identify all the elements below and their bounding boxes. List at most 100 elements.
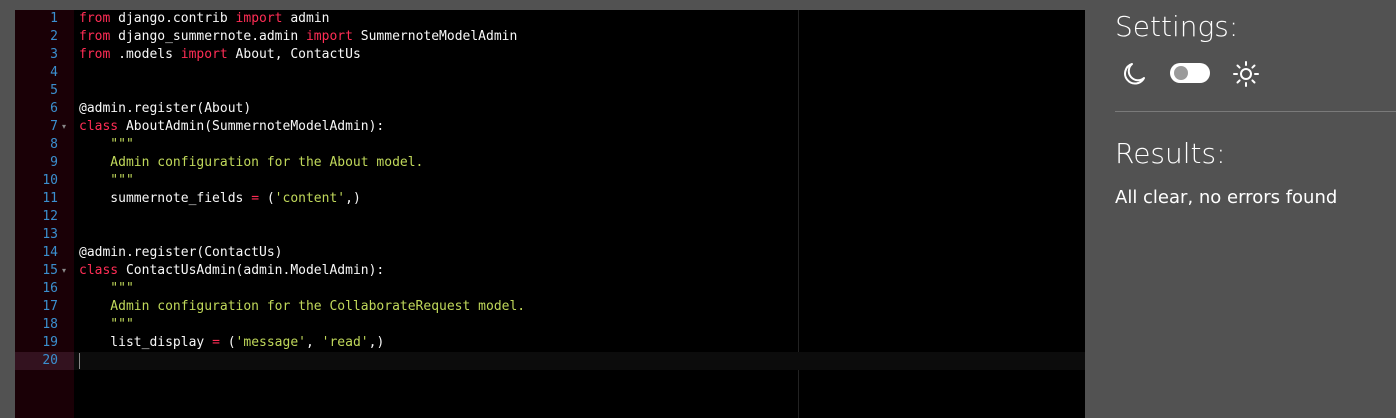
sun-icon[interactable] (1232, 60, 1260, 88)
code-token: , (306, 335, 322, 350)
code-token: class (79, 119, 119, 134)
line-number: 16 (42, 281, 58, 296)
code-line[interactable] (74, 226, 1085, 244)
code-token: """ (79, 281, 134, 296)
code-line[interactable]: @admin.register(ContactUs) (74, 244, 1085, 262)
code-token: import (305, 29, 353, 44)
panel-divider (1115, 111, 1396, 112)
code-line[interactable]: """ (74, 316, 1085, 334)
code-token: = (251, 191, 260, 206)
code-token: django_summernote.admin (110, 29, 306, 44)
code-token: .models (110, 47, 181, 62)
code-line-text: class AboutAdmin(SummernoteModelAdmin): (79, 118, 384, 136)
results-heading: Results: (1115, 137, 1226, 170)
line-number: 2 (50, 29, 58, 44)
code-line-text: Admin configuration for the About model. (79, 154, 423, 172)
code-token: from (79, 47, 111, 62)
code-line[interactable]: class AboutAdmin(SummernoteModelAdmin): (74, 118, 1085, 136)
code-line-text: from django_summernote.admin import Summ… (79, 28, 517, 46)
code-token: SummernoteModelAdmin (352, 29, 518, 44)
line-number: 4 (50, 65, 58, 80)
line-number: 1 (50, 11, 58, 26)
fold-arrow-icon[interactable]: ▾ (62, 262, 70, 280)
code-line-text: from django.contrib import admin (79, 10, 329, 28)
code-editor[interactable]: 1 2 3 4 5 6 7 ▾ 8 9 10 11 12 13 14 15 ▾ 16 17 18 19 20 from d… (15, 10, 1085, 418)
text-cursor (79, 353, 80, 369)
line-number: 15 (42, 263, 58, 278)
code-line[interactable] (74, 64, 1085, 82)
code-token: """ (79, 317, 134, 332)
code-line-text: """ (79, 136, 134, 154)
results-message: All clear, no errors found (1115, 187, 1338, 208)
line-number: 10 (42, 173, 58, 188)
code-token: = (212, 335, 220, 350)
line-number: 11 (42, 191, 58, 206)
code-line[interactable]: @admin.register(About) (74, 100, 1085, 118)
code-line[interactable]: Admin configuration for the About model. (74, 154, 1085, 172)
code-line-text: """ (79, 316, 134, 334)
line-number: 18 (42, 317, 58, 332)
code-token: AboutAdmin(SummernoteModelAdmin): (118, 119, 385, 134)
code-line[interactable]: summernote_fields = ('content',) (74, 190, 1085, 208)
code-token: ( (259, 191, 275, 206)
code-token: Admin configuration for the CollaborateR… (79, 299, 526, 314)
code-line-text: """ (79, 280, 134, 298)
code-token: ,) (345, 191, 361, 206)
line-number: 7 (50, 119, 58, 134)
code-token: from (79, 29, 111, 44)
code-token: """ (79, 173, 134, 188)
fold-arrow-icon[interactable]: ▾ (62, 118, 70, 136)
line-number: 8 (50, 137, 58, 152)
code-line[interactable]: """ (74, 172, 1085, 190)
code-line[interactable]: class ContactUsAdmin(admin.ModelAdmin): (74, 262, 1085, 280)
line-number: 20 (42, 353, 58, 368)
moon-icon[interactable] (1120, 60, 1148, 88)
code-token: 'message' (235, 335, 306, 350)
code-token: admin (282, 11, 330, 26)
code-line-text: Admin configuration for the CollaborateR… (79, 298, 525, 316)
code-line-text: summernote_fields = ('content',) (79, 190, 361, 208)
code-line[interactable]: """ (74, 280, 1085, 298)
code-line[interactable] (74, 82, 1085, 100)
code-token: 'content' (274, 191, 346, 206)
code-token: About, ContactUs (227, 47, 361, 62)
code-token: ( (219, 335, 236, 350)
line-number: 17 (42, 299, 58, 314)
code-line[interactable]: Admin configuration for the CollaborateR… (74, 298, 1085, 316)
code-line[interactable]: from django_summernote.admin import Summ… (74, 28, 1085, 46)
code-line[interactable]: list_display = ('message', 'read',) (74, 334, 1085, 352)
code-token: ,) (368, 335, 385, 350)
code-token: import (235, 11, 283, 26)
code-line-text: @admin.register(About) (79, 100, 251, 118)
code-token: Admin configuration for the About model. (79, 155, 424, 170)
line-number-gutter: 1 2 3 4 5 6 7 ▾ 8 9 10 11 12 13 14 15 ▾ 16 17 18 19 20 (15, 10, 74, 418)
line-number: 13 (42, 227, 58, 242)
line-number: 12 (42, 209, 58, 224)
line-number: 6 (50, 101, 58, 116)
code-token: django.contrib (110, 11, 236, 26)
line-number: 3 (50, 47, 58, 62)
code-token: list_display (79, 335, 213, 350)
code-line[interactable]: """ (74, 136, 1085, 154)
code-token: @admin.register(About) (79, 101, 252, 116)
code-line-text: from .models import About, ContactUs (79, 46, 361, 64)
code-area[interactable]: from django.contrib import admin from dja… (74, 10, 1085, 418)
code-line[interactable]: from .models import About, ContactUs (74, 46, 1085, 64)
settings-heading: Settings: (1115, 10, 1239, 43)
code-line[interactable] (74, 352, 1085, 370)
line-number: 14 (42, 245, 58, 260)
theme-toggle-knob (1174, 66, 1188, 80)
code-line-text: """ (79, 172, 134, 190)
code-line-text: @admin.register(ContactUs) (79, 244, 283, 262)
code-line[interactable] (74, 208, 1085, 226)
theme-toggle[interactable] (1170, 63, 1210, 83)
code-token: @admin.register(ContactUs) (79, 245, 283, 260)
code-token: """ (79, 137, 134, 152)
code-token: import (180, 47, 228, 62)
code-token: 'read' (321, 335, 369, 350)
line-number: 9 (50, 155, 58, 170)
code-line[interactable]: from django.contrib import admin (74, 10, 1085, 28)
code-token: class (79, 263, 119, 278)
line-number: 5 (50, 83, 58, 98)
code-token: summernote_fields (79, 191, 252, 206)
